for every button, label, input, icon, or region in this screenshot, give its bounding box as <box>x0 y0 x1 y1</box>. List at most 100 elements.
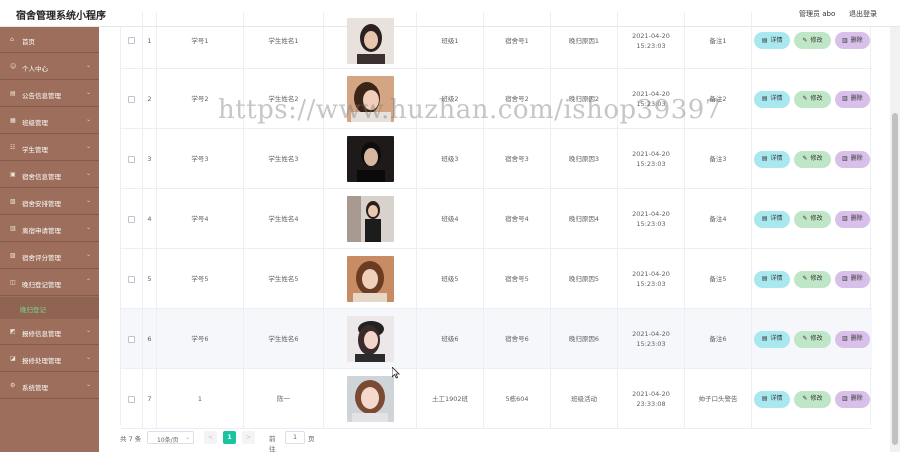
row-checkbox[interactable] <box>128 215 135 223</box>
delete-button[interactable]: ▥ 删除 <box>834 32 870 49</box>
late-return-table: 1 学号1 学生姓名1 班级1 宿舍号1 晚归原因1 2021-04-20 15… <box>120 12 872 429</box>
pencil-icon: ✎ <box>802 215 808 222</box>
student-name-cell: 学生姓名1 <box>244 12 324 69</box>
sidebar-item-profile[interactable]: ☺ 个人中心 ⌄ <box>0 54 99 80</box>
row-checkbox-cell <box>121 69 143 129</box>
repair-process-icon: ◪ <box>10 355 16 362</box>
student-photo[interactable] <box>346 316 394 362</box>
sidebar-item-class[interactable]: ▦ 班级管理 ⌄ <box>0 108 99 134</box>
index-cell: 4 <box>143 189 157 249</box>
table-row: 4 学号4 学生姓名4 班级4 宿舍号4 晚归原因4 2021-04-20 15… <box>121 189 872 249</box>
delete-button[interactable]: ▥ 删除 <box>834 210 870 228</box>
sidebar-item-dorm-arrange[interactable]: ▧ 宿舍安排管理 ⌄ <box>0 189 99 215</box>
row-checkbox-cell <box>121 369 143 429</box>
edit-button[interactable]: ✎ 修改 <box>794 32 831 49</box>
sidebar-item-dorm-info[interactable]: ▣ 宿舍信息管理 ⌄ <box>0 162 99 188</box>
row-checkbox[interactable] <box>128 275 135 283</box>
student-photo[interactable] <box>346 17 394 64</box>
student-no-cell: 学号6 <box>157 309 244 369</box>
goto-label: 前往 <box>269 435 276 452</box>
photo-cell <box>324 12 417 69</box>
detail-button[interactable]: ▤ 详情 <box>754 330 791 348</box>
class-cell: 土工1902班 <box>417 369 484 429</box>
row-checkbox[interactable] <box>128 335 135 343</box>
mouse-cursor-icon <box>391 366 400 381</box>
dorm-cell: 宿舍号5 <box>484 249 551 309</box>
class-cell: 班级1 <box>417 12 484 69</box>
delete-button[interactable]: ▥ 删除 <box>834 270 870 288</box>
edit-button[interactable]: ✎ 修改 <box>794 330 831 348</box>
edit-button[interactable]: ✎ 修改 <box>794 270 831 288</box>
photo-cell <box>324 189 417 249</box>
delete-button[interactable]: ▥ 删除 <box>834 330 870 348</box>
detail-button[interactable]: ▤ 详情 <box>754 210 791 228</box>
sidebar-item-repair-info[interactable]: ◩ 报修信息管理 ⌄ <box>0 319 99 345</box>
detail-button[interactable]: ▤ 详情 <box>754 270 791 288</box>
page-size-select[interactable]: 10条/页 ⌄ <box>147 431 194 444</box>
row-checkbox[interactable] <box>128 155 135 163</box>
remark-cell: 备注1 <box>685 12 752 69</box>
time-cell: 2021-04-20 23:33:08 <box>618 369 685 429</box>
student-no-cell: 学号1 <box>157 12 244 69</box>
photo-cell <box>324 369 417 429</box>
trash-icon: ▥ <box>841 275 848 282</box>
trash-icon: ▥ <box>841 215 848 222</box>
main-content: 1 学号1 学生姓名1 班级1 宿舍号1 晚归原因1 2021-04-20 15… <box>99 12 890 452</box>
scrollbar-thumb[interactable] <box>892 113 898 445</box>
detail-button[interactable]: ▤ 详情 <box>754 390 791 408</box>
student-photo[interactable] <box>346 376 394 422</box>
chevron-up-icon: ⌃ <box>86 278 92 285</box>
delete-button[interactable]: ▥ 删除 <box>834 90 870 108</box>
pencil-icon: ✎ <box>802 36 808 44</box>
detail-button[interactable]: ▤ 详情 <box>754 150 791 168</box>
student-photo[interactable] <box>346 256 394 302</box>
page-scrollbar[interactable] <box>890 27 900 452</box>
detail-button[interactable]: ▤ 详情 <box>754 90 791 108</box>
sidebar-item-home[interactable]: ⌂ 首页 <box>0 27 99 53</box>
edit-button[interactable]: ✎ 修改 <box>794 390 831 408</box>
edit-button[interactable]: ✎ 修改 <box>794 210 831 228</box>
sidebar-subitem-late-register[interactable]: 晚归登记 <box>0 297 99 319</box>
actions-cell: ▤ 详情 ✎ 修改 ▥ 删除 <box>752 189 872 249</box>
sidebar-item-score[interactable]: ▨ 宿舍评分管理 ⌄ <box>0 243 99 269</box>
time-cell: 2021-04-20 15:23:03 <box>618 189 685 249</box>
index-cell: 5 <box>143 249 157 309</box>
student-name-cell: 学生姓名5 <box>244 249 324 309</box>
remark-cell: 备注4 <box>685 189 752 249</box>
row-checkbox[interactable] <box>128 37 135 44</box>
dorm-icon: ▣ <box>10 171 16 178</box>
reason-cell: 班级活动 <box>551 369 618 429</box>
goto-page-input[interactable]: 1 <box>285 431 305 444</box>
chevron-down-icon: ⌄ <box>86 381 92 388</box>
sidebar-item-late-return[interactable]: ◫ 晚归登记管理 ⌃ <box>0 270 99 296</box>
edit-button[interactable]: ✎ 修改 <box>794 90 831 108</box>
sidebar-item-leave[interactable]: ▥ 离宿申请管理 ⌄ <box>0 216 99 242</box>
document-icon: ▤ <box>761 155 768 162</box>
next-page-button[interactable]: > <box>242 431 255 444</box>
actions-cell: ▤ 详情 ✎ 修改 ▥ 删除 <box>752 309 872 369</box>
document-icon: ▤ <box>761 215 768 222</box>
sidebar-item-notice[interactable]: ▤ 公告信息管理 ⌄ <box>0 81 99 107</box>
pencil-icon: ✎ <box>802 395 808 402</box>
row-checkbox[interactable] <box>128 95 135 103</box>
home-icon: ⌂ <box>10 36 14 43</box>
detail-button[interactable]: ▤ 详情 <box>754 32 791 49</box>
prev-page-button[interactable]: < <box>204 431 217 444</box>
page-number-active[interactable]: 1 <box>223 431 236 444</box>
trash-icon: ▥ <box>841 36 848 44</box>
edit-button[interactable]: ✎ 修改 <box>794 150 831 168</box>
sidebar-item-repair-process[interactable]: ◪ 报修处理管理 ⌄ <box>0 346 99 372</box>
index-cell: 3 <box>143 129 157 189</box>
student-photo[interactable] <box>346 196 394 242</box>
row-checkbox[interactable] <box>128 395 135 403</box>
class-cell: 班级3 <box>417 129 484 189</box>
student-photo[interactable] <box>346 136 394 182</box>
delete-button[interactable]: ▥ 删除 <box>834 390 870 408</box>
chevron-down-icon: ⌄ <box>86 354 92 361</box>
student-name-cell: 陈一 <box>244 369 324 429</box>
sidebar-item-system[interactable]: ⚙ 系统管理 ⌄ <box>0 373 99 399</box>
delete-button[interactable]: ▥ 删除 <box>834 150 870 168</box>
notice-icon: ▤ <box>10 90 16 97</box>
sidebar-item-student[interactable]: ☷ 学生管理 ⌄ <box>0 135 99 161</box>
reason-cell: 晚归原因6 <box>551 309 618 369</box>
